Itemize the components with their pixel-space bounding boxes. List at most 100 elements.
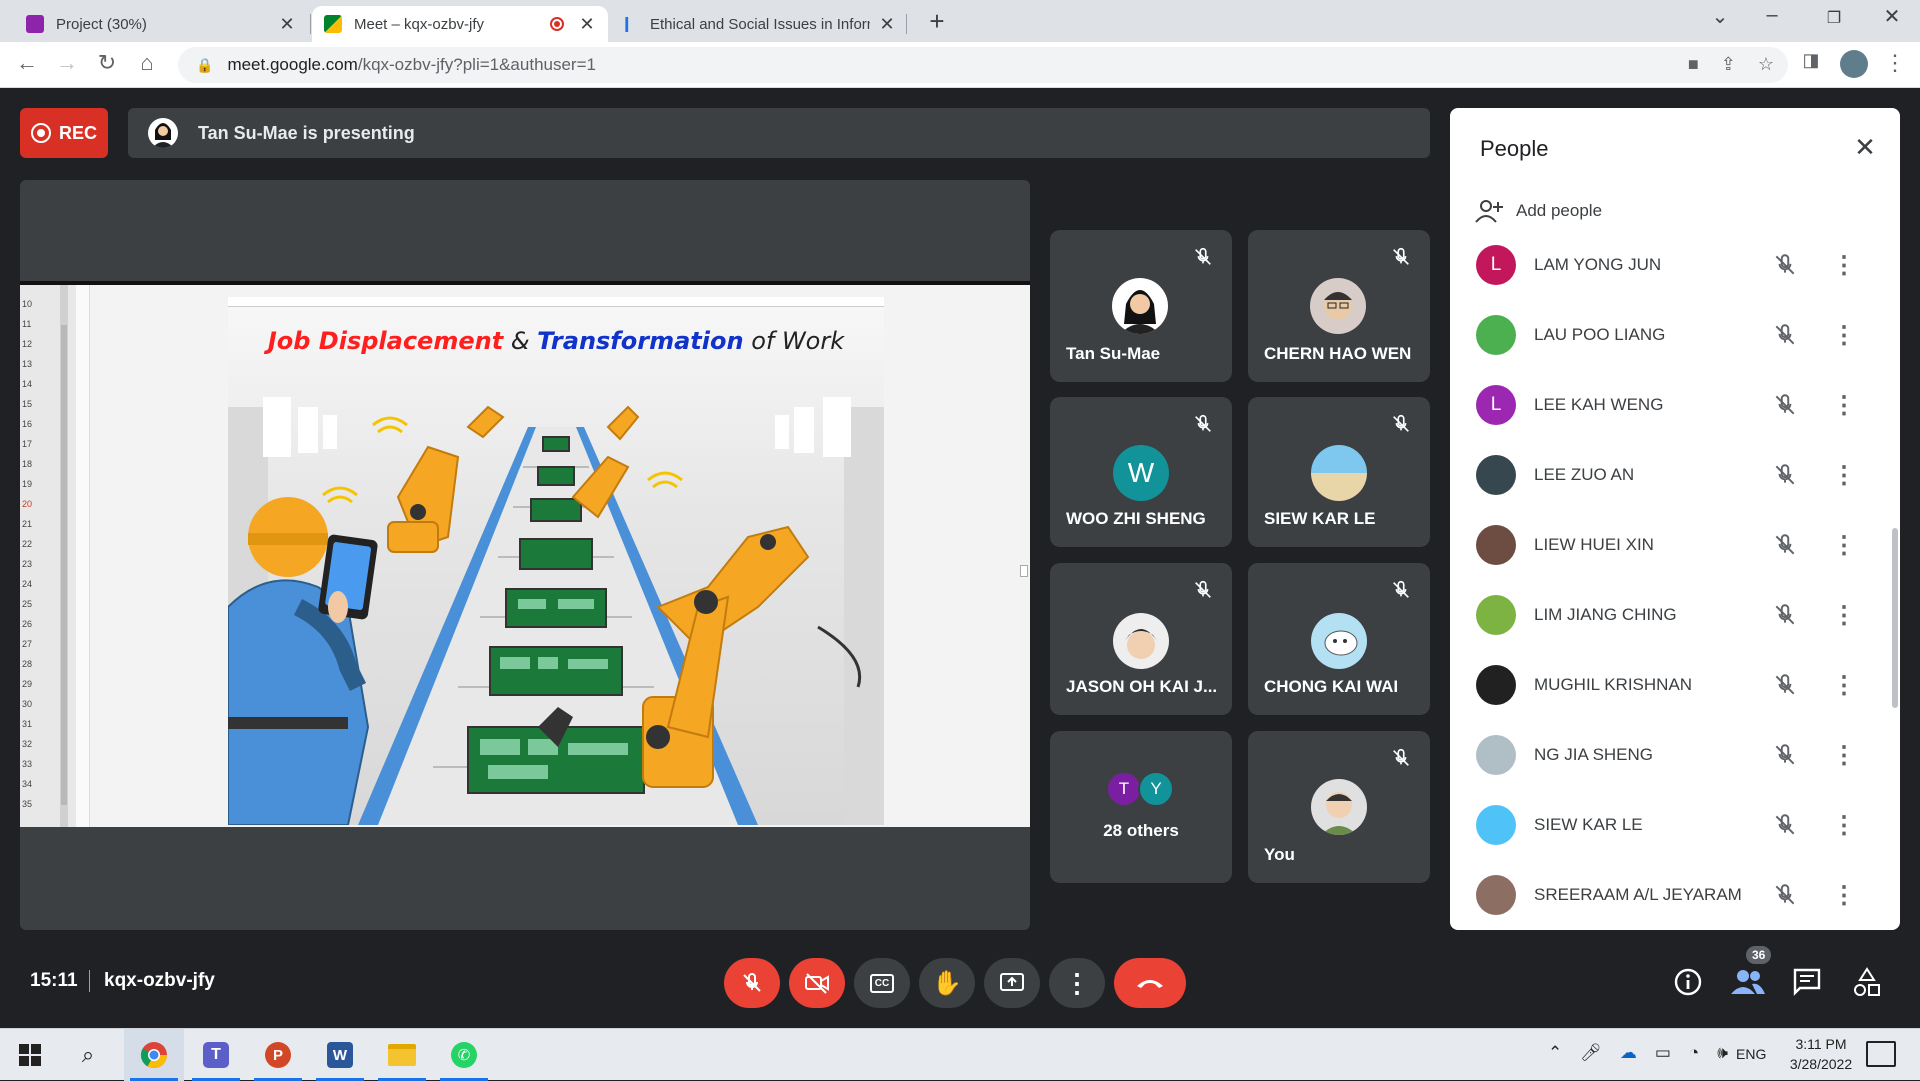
battery-icon[interactable]: ▭ (1655, 1043, 1671, 1063)
leave-call-button[interactable] (1114, 958, 1186, 1008)
language-indicator[interactable]: ENG (1736, 1046, 1766, 1062)
participant-more-icon[interactable]: ⋮ (1832, 671, 1856, 700)
participant-tile[interactable]: SIEW KAR LE (1248, 397, 1430, 547)
bookmark-star-icon[interactable]: ☆ (1758, 54, 1774, 75)
mic-off-icon[interactable] (1772, 812, 1798, 838)
volume-icon[interactable]: 🕪︎ (1717, 1043, 1728, 1063)
profile-avatar[interactable] (1840, 50, 1868, 78)
participant-row[interactable]: LIM JIANG CHING ⋮ (1450, 580, 1900, 650)
participant-more-icon[interactable]: ⋮ (1832, 601, 1856, 630)
share-icon[interactable]: ⇪ (1721, 54, 1736, 75)
chrome-icon (140, 1042, 168, 1069)
close-tab-icon[interactable]: ✕ (278, 14, 296, 35)
back-icon[interactable]: ← (12, 50, 42, 76)
participant-avatar (1476, 525, 1516, 565)
close-window-button[interactable]: ✕ (1872, 4, 1912, 29)
tab-project[interactable]: Project (30%) ✕ (14, 6, 308, 42)
search-button[interactable]: ⌕ (58, 1029, 118, 1081)
taskbar-chrome[interactable] (124, 1029, 184, 1081)
address-bar[interactable]: 🔒 meet.google.com/kqx-ozbv-jfy?pli=1&aut… (178, 47, 1788, 83)
taskbar-powerpoint[interactable]: P (248, 1029, 308, 1081)
forward-icon[interactable]: → (52, 50, 82, 76)
mic-off-icon[interactable] (1772, 532, 1798, 558)
participant-more-icon[interactable]: ⋮ (1832, 461, 1856, 490)
participant-more-icon[interactable]: ⋮ (1832, 531, 1856, 560)
notifications-icon[interactable] (1866, 1041, 1896, 1067)
tab-search-icon[interactable]: ⌄ (1700, 4, 1740, 29)
participant-row[interactable]: L LAM YONG JUN ⋮ (1450, 230, 1900, 300)
wifi-icon[interactable]: ◔ (1689, 1043, 1699, 1063)
participant-row[interactable]: SIEW KAR LE ⋮ (1450, 790, 1900, 860)
participant-more-icon[interactable]: ⋮ (1832, 391, 1856, 420)
svg-text:13: 13 (22, 359, 32, 369)
mic-off-icon[interactable] (1772, 882, 1798, 908)
tab-ethical[interactable]: l Ethical and Social Issues in Inform ✕ (612, 6, 908, 42)
show-hidden-icons[interactable]: ⌃ (1548, 1043, 1562, 1063)
mic-off-icon[interactable] (1772, 742, 1798, 768)
meeting-time: 15:11 (30, 970, 78, 991)
close-tab-icon[interactable]: ✕ (878, 14, 896, 35)
slide-thumbnail-strip: 10 11 12 13 14 15 16 17 18 19 20 21 22 23 24 25 26 27 28 29… (20, 285, 76, 827)
captions-button[interactable]: CC (854, 958, 910, 1008)
mic-off-icon[interactable] (1772, 322, 1798, 348)
participant-more-icon[interactable]: ⋮ (1832, 251, 1856, 280)
others-tile[interactable]: T Y 28 others (1050, 731, 1232, 883)
camera-icon[interactable]: ■ (1688, 54, 1699, 75)
participant-more-icon[interactable]: ⋮ (1832, 741, 1856, 770)
self-tile[interactable]: You (1248, 731, 1430, 883)
participant-avatar (1476, 665, 1516, 705)
side-panel-icon[interactable]: ◨ (1796, 50, 1826, 71)
participant-more-icon[interactable]: ⋮ (1832, 321, 1856, 350)
participant-more-icon[interactable]: ⋮ (1832, 811, 1856, 840)
onedrive-icon[interactable]: ☁︎ (1620, 1043, 1637, 1063)
chat-button[interactable] (1792, 967, 1824, 999)
scrollbar[interactable] (1892, 528, 1898, 708)
participant-row[interactable]: MUGHIL KRISHNAN ⋮ (1450, 650, 1900, 720)
participant-tile[interactable]: W WOO ZHI SHENG (1050, 397, 1232, 547)
participant-tile[interactable]: CHONG KAI WAI (1248, 563, 1430, 715)
presentation-stage: 10 11 12 13 14 15 16 17 18 19 20 21 22 23 24 25 26 27 28 29… (20, 180, 1030, 930)
participant-more-icon[interactable]: ⋮ (1832, 881, 1856, 910)
microphone-icon[interactable]: 🎤︎ (1580, 1043, 1602, 1063)
mic-off-icon[interactable] (1772, 602, 1798, 628)
chrome-menu-icon[interactable]: ⋮ (1880, 50, 1910, 76)
clock[interactable]: 3:11 PM 3/28/2022 (1776, 1034, 1866, 1074)
recording-badge[interactable]: REC (20, 108, 108, 158)
svg-text:17: 17 (22, 439, 32, 449)
people-button[interactable]: 36 (1730, 946, 1772, 1000)
maximize-button[interactable]: ❐ (1814, 8, 1854, 28)
present-screen-button[interactable] (984, 958, 1040, 1008)
tab-meet[interactable]: Meet – kqx-ozbv-jfy ✕ (312, 6, 608, 42)
home-icon[interactable]: ⌂ (132, 50, 162, 76)
activities-button[interactable] (1852, 966, 1884, 998)
mic-off-icon[interactable] (1772, 252, 1798, 278)
meeting-details-button[interactable] (1672, 966, 1704, 998)
mic-off-icon (1195, 414, 1211, 432)
participant-tile[interactable]: CHERN HAO WEN (1248, 230, 1430, 382)
mic-off-icon[interactable] (1772, 392, 1798, 418)
minimize-button[interactable]: – (1752, 4, 1792, 27)
participant-row[interactable]: LEE ZUO AN ⋮ (1450, 440, 1900, 510)
mic-off-icon[interactable] (1772, 462, 1798, 488)
participant-row[interactable]: NG JIA SHENG ⋮ (1450, 720, 1900, 790)
participant-row[interactable]: LAU POO LIANG ⋮ (1450, 300, 1900, 370)
close-tab-icon[interactable]: ✕ (578, 14, 596, 35)
participant-tile[interactable]: Tan Su-Mae (1050, 230, 1232, 382)
participant-row[interactable]: L LEE KAH WENG ⋮ (1450, 370, 1900, 440)
mic-off-icon[interactable] (1772, 672, 1798, 698)
reload-icon[interactable]: ↻ (92, 50, 122, 76)
new-tab-button[interactable]: + (922, 6, 952, 37)
mic-toggle-button[interactable] (724, 958, 780, 1008)
taskbar-file-explorer[interactable] (372, 1029, 432, 1081)
participant-tile[interactable]: JASON OH KAI J... (1050, 563, 1232, 715)
participant-row[interactable]: SREERAAM A/L JEYARAM ⋮ (1450, 860, 1900, 930)
start-button[interactable] (0, 1029, 60, 1081)
taskbar-whatsapp[interactable]: ✆ (434, 1029, 494, 1081)
taskbar-word[interactable]: W (310, 1029, 370, 1081)
more-options-button[interactable]: ⋮ (1049, 958, 1105, 1008)
raise-hand-button[interactable]: ✋ (919, 958, 975, 1008)
participant-row[interactable]: LIEW HUEI XIN ⋮ (1450, 510, 1900, 580)
taskbar-teams[interactable]: T (186, 1029, 246, 1081)
participant-avatar: L (1476, 245, 1516, 285)
camera-toggle-button[interactable] (789, 958, 845, 1008)
